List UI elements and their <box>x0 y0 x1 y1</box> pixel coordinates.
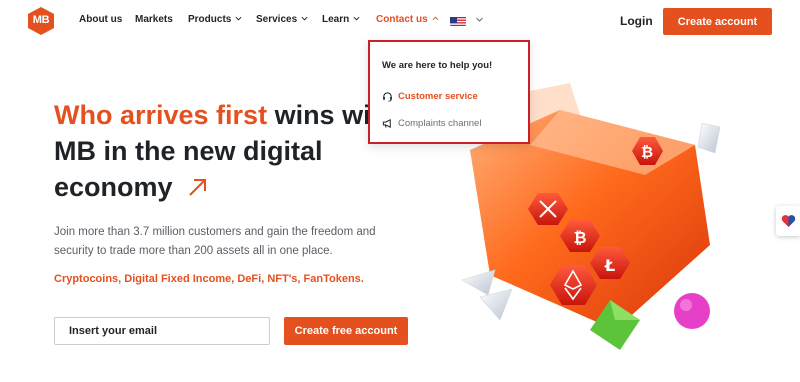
crystal-gem-top-right <box>697 122 721 154</box>
chevron-down-icon <box>301 16 308 21</box>
chevron-down-icon <box>353 16 360 21</box>
language-chevron-down-icon[interactable] <box>475 15 484 24</box>
crystal-gem-left-1 <box>461 269 496 296</box>
create-free-account-button[interactable]: Create free account <box>284 317 408 345</box>
bitcoin-symbol-icon: ₿ <box>641 143 653 161</box>
arrow-up-right-icon <box>188 179 206 196</box>
dropdown-item-customer-service-label: Customer service <box>398 91 478 102</box>
pink-sphere <box>674 293 710 329</box>
dropdown-title: We are here to help you! <box>382 60 493 71</box>
logo-text: MB <box>32 14 50 26</box>
hero-headline-line3: economy <box>54 172 173 202</box>
hero-headline-line2: MB in the new digital <box>54 136 323 166</box>
heart-badge-icon <box>781 215 796 227</box>
nav-about-us[interactable]: About us <box>79 14 122 25</box>
hero-headline-accent: Who arrives first <box>54 100 268 130</box>
side-feedback-badge[interactable] <box>776 206 800 236</box>
litecoin-symbol-icon: Ł <box>604 256 615 275</box>
nav-contact-us[interactable]: Contact us <box>376 14 439 25</box>
us-flag-icon[interactable] <box>450 15 466 26</box>
chevron-up-icon <box>432 16 439 21</box>
headset-icon <box>383 92 392 102</box>
nav-contact-us-label: Contact us <box>376 14 428 25</box>
mb-logo[interactable]: MB <box>27 6 55 36</box>
nav-learn[interactable]: Learn <box>322 14 360 25</box>
nav-markets-label: Markets <box>135 14 173 25</box>
dropdown-item-customer-service[interactable]: Customer service <box>382 91 478 102</box>
dropdown-item-complaints-channel-label: Complaints channel <box>398 118 482 129</box>
nav-services[interactable]: Services <box>256 14 308 25</box>
bitcoin-symbol-2-icon: ₿ <box>573 228 586 247</box>
login-link[interactable]: Login <box>620 14 653 28</box>
dropdown-item-complaints-channel[interactable]: Complaints channel <box>382 118 481 129</box>
hero-tagline: Cryptocoins, Digital Fixed Income, DeFi,… <box>54 273 364 285</box>
nav-services-label: Services <box>256 14 298 25</box>
contact-us-dropdown: We are here to help you! Customer servic… <box>368 40 530 144</box>
crystal-gem-left-2 <box>479 288 513 321</box>
email-input[interactable] <box>54 317 270 345</box>
nav-products-label: Products <box>188 14 232 25</box>
nav-products[interactable]: Products <box>188 14 242 25</box>
nav-learn-label: Learn <box>322 14 350 25</box>
megaphone-icon <box>382 119 391 128</box>
nav-about-us-label: About us <box>79 14 123 25</box>
create-account-button[interactable]: Create account <box>663 8 772 35</box>
hero-subtext: Join more than 3.7 million customers and… <box>54 226 376 257</box>
chevron-down-icon <box>235 16 242 21</box>
nav-markets[interactable]: Markets <box>135 14 173 25</box>
